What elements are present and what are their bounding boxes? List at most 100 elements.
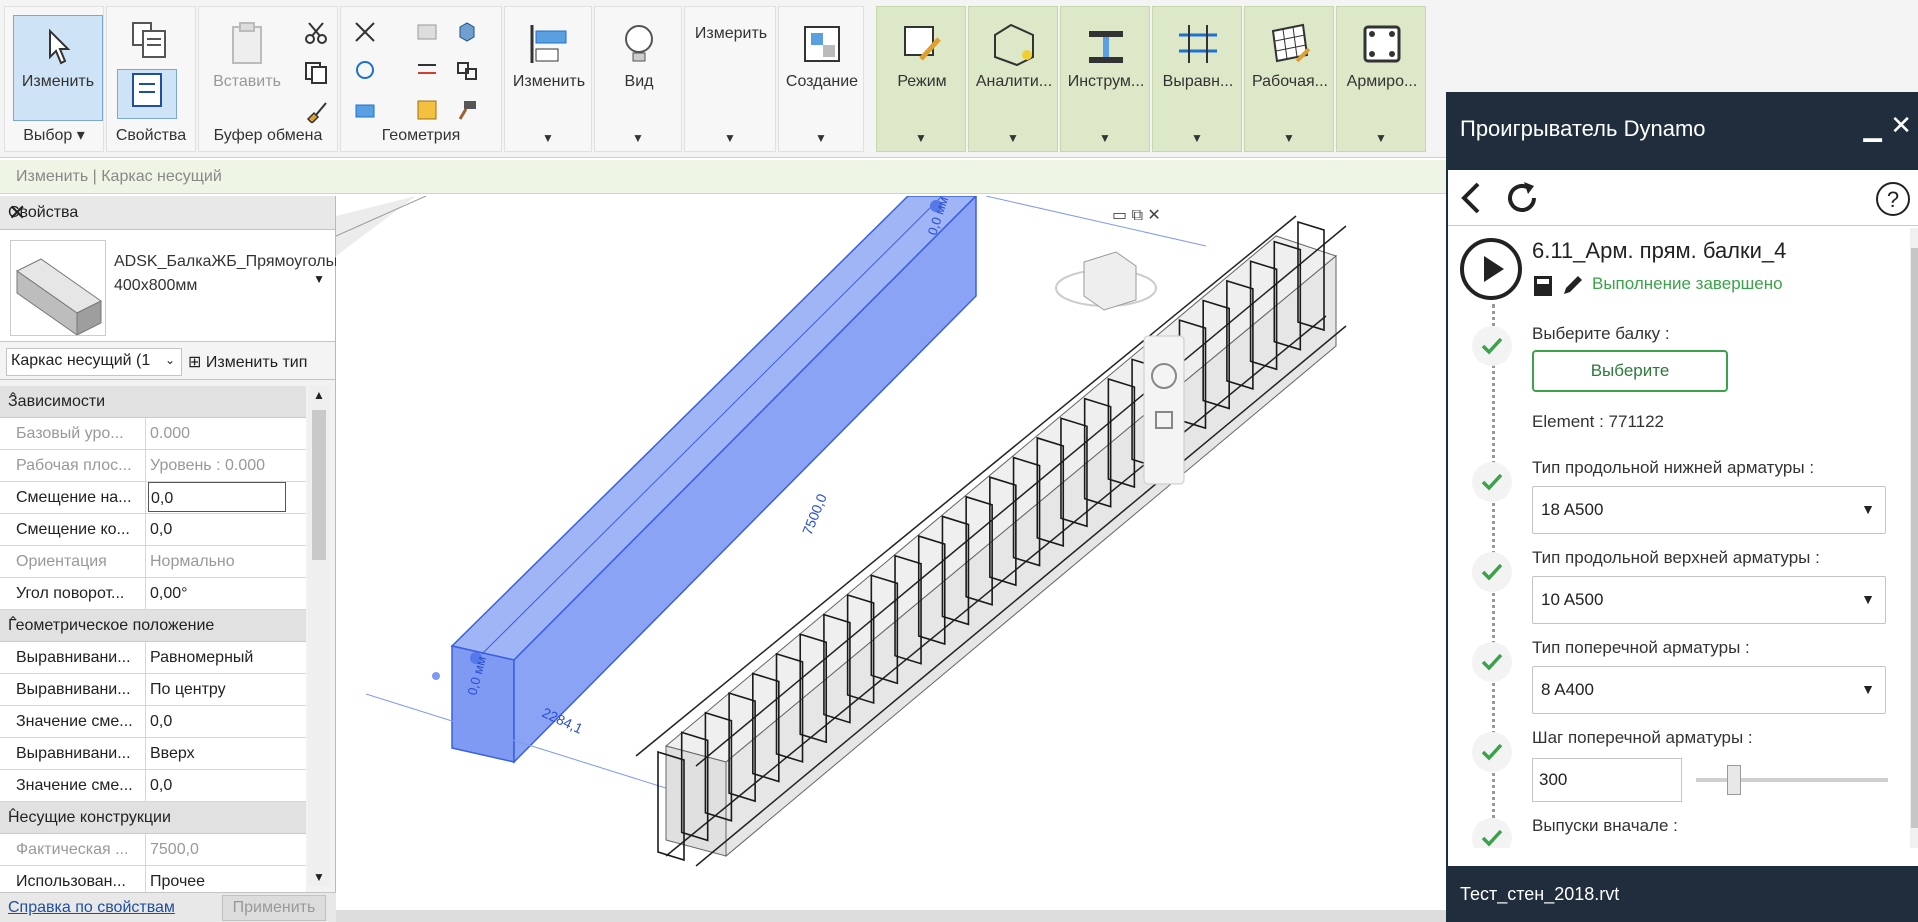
tools-button[interactable]: Инструм... — [1061, 21, 1151, 91]
minimize-icon[interactable]: ▁ — [1864, 114, 1882, 143]
dynamo-scrollbar[interactable] — [1910, 228, 1918, 848]
scroll-down-icon[interactable]: ▼ — [313, 870, 325, 884]
category-filter[interactable]: Каркас несущий (1 ⌄ — [6, 348, 182, 376]
edit-type-button[interactable]: ⊞ Изменить тип — [188, 352, 307, 372]
linework-button[interactable] — [455, 59, 479, 86]
cope-button[interactable] — [353, 21, 377, 48]
stirrup-step-slider[interactable] — [1696, 778, 1888, 782]
dynamo-player-panel: Проигрыватель Dynamo ▁ ✕ ? 6.11_Арм. пря… — [1446, 92, 1918, 922]
cut-geometry-button[interactable] — [353, 59, 377, 86]
table-row[interactable]: Значение сме... 0,0 — [0, 706, 306, 738]
table-row[interactable]: Ориентация Нормально — [0, 546, 306, 578]
table-row[interactable]: Смещение ко... 0,0 — [0, 514, 306, 546]
play-button[interactable] — [1460, 238, 1522, 300]
edit-pencil-icon[interactable] — [1560, 272, 1586, 298]
mode-dropdown[interactable]: ▼ — [877, 131, 965, 145]
top-rebar-select[interactable]: 10 A500 ▼ — [1532, 576, 1886, 624]
paste-button[interactable]: Вставить — [207, 21, 287, 91]
stirrup-step-input[interactable]: 300 — [1532, 758, 1682, 802]
selected-element-text: Element : 771122 — [1532, 412, 1664, 431]
table-row[interactable]: Угол поворот... 0,00° — [0, 578, 306, 610]
cross-rebar-select[interactable]: 8 A400 ▼ — [1532, 666, 1886, 714]
length-dimension-text[interactable]: 7500,0 — [799, 491, 830, 537]
table-row[interactable]: Выравнивани... По центру — [0, 674, 306, 706]
properties-button[interactable] — [117, 69, 177, 119]
select-beam-button[interactable]: Выберите — [1532, 350, 1728, 392]
measure-dropdown[interactable]: ▼ — [685, 131, 775, 145]
modify-tool[interactable]: Изменить — [13, 27, 103, 91]
type-properties-button[interactable] — [117, 21, 187, 71]
view-dropdown[interactable]: ▼ — [595, 131, 681, 145]
table-row[interactable]: Базовый уро... 0.000 — [0, 418, 306, 450]
demolish-button[interactable] — [455, 21, 479, 48]
ribbon-group-tools: Инструм... ▼ — [1060, 6, 1150, 152]
cut-button[interactable] — [303, 21, 329, 50]
modify-tools-dropdown[interactable]: ▼ — [505, 131, 591, 145]
measure-button[interactable]: Измерить — [685, 25, 777, 43]
table-row[interactable]: Выравнивани... Равномерный — [0, 642, 306, 674]
select-group-label[interactable]: Выбор ▾ — [5, 125, 103, 145]
calculator-icon[interactable] — [1532, 274, 1554, 298]
table-row[interactable]: Выравнивани... Вверх — [0, 738, 306, 770]
split-face-button[interactable] — [415, 59, 439, 86]
close-icon[interactable]: ✕ — [8, 200, 325, 226]
modify-tools-button[interactable]: Изменить — [505, 21, 593, 91]
refresh-icon[interactable] — [1502, 178, 1542, 218]
align-button[interactable]: Выравн... — [1153, 21, 1243, 91]
rebar-button[interactable]: Армиро... — [1337, 21, 1427, 91]
tools-dropdown[interactable]: ▼ — [1061, 131, 1149, 145]
paint-button[interactable] — [415, 99, 439, 126]
rebar-dropdown[interactable]: ▼ — [1337, 131, 1425, 145]
start-offset-input[interactable]: 0,0 — [148, 482, 286, 512]
checkmark-icon — [1481, 473, 1503, 491]
analytics-button[interactable]: Аналити... — [969, 21, 1059, 91]
table-row[interactable]: Рабочая плос... Уровень : 0.000 — [0, 450, 306, 482]
copy-icon — [305, 62, 327, 84]
chevron-down-icon: ▼ — [1861, 681, 1875, 697]
bottom-rebar-select[interactable]: 18 A500 ▼ — [1532, 486, 1886, 534]
mode-button[interactable]: Режим — [877, 21, 967, 91]
reinforced-beam[interactable] — [635, 215, 1347, 867]
align-dropdown[interactable]: ▼ — [1153, 131, 1241, 145]
section-geometric-position[interactable]: Геометрическое положение ⌃ — [0, 610, 306, 642]
3d-viewport[interactable]: 7500,0 2284,1 0,0 мм 0,0 мм ▭ ⧉ ✕ — [336, 196, 1448, 912]
section-structural[interactable]: Несущие конструкции ⌃ — [0, 802, 306, 834]
close-icon[interactable]: ✕ — [1890, 110, 1912, 141]
create-group-icon — [804, 26, 840, 62]
viewcube[interactable] — [1055, 251, 1157, 311]
scissors-icon — [305, 22, 327, 44]
scrollbar-thumb[interactable] — [1911, 248, 1918, 828]
join-button[interactable] — [353, 99, 377, 126]
paste-icon — [232, 22, 262, 64]
justification-icon — [1179, 25, 1217, 63]
create-button[interactable]: Создание — [779, 21, 865, 91]
match-properties-button[interactable] — [303, 99, 329, 128]
analytics-dropdown[interactable]: ▼ — [969, 131, 1057, 145]
scroll-up-icon[interactable]: ▲ — [313, 388, 325, 402]
wall-join-button[interactable] — [415, 21, 439, 48]
help-icon[interactable]: ? — [1874, 180, 1912, 218]
slider-thumb[interactable] — [1727, 765, 1742, 795]
hammer-button[interactable] — [455, 99, 479, 126]
chevron-down-icon[interactable]: ▼ — [313, 272, 325, 286]
apply-button[interactable]: Применить — [222, 895, 326, 921]
navigation-bar[interactable] — [1143, 335, 1185, 485]
table-row[interactable]: Значение сме... 0,0 — [0, 770, 306, 802]
view-button[interactable]: Вид — [595, 21, 683, 91]
family-selector[interactable]: ADSK_БалкаЖБ_Прямоугольная 400х800мм ▼ — [0, 230, 360, 342]
workplane-button[interactable]: Рабочая... — [1245, 21, 1335, 91]
back-icon[interactable] — [1456, 180, 1486, 216]
dimension-grip[interactable] — [432, 672, 440, 680]
copy-button[interactable] — [303, 61, 329, 90]
properties-scrollbar[interactable]: ▲ ▼ — [308, 386, 330, 886]
ribbon-group-analytics: Аналити... ▼ — [968, 6, 1058, 152]
create-dropdown[interactable]: ▼ — [779, 131, 863, 145]
properties-help-link[interactable]: Справка по свойствам — [8, 899, 175, 917]
section-constraints[interactable]: Зависимости ⌃ — [0, 386, 306, 418]
view-control-icons[interactable]: ▭ ⧉ ✕ — [1112, 207, 1161, 224]
workplane-dropdown[interactable]: ▼ — [1245, 131, 1333, 145]
paint-icon — [417, 100, 437, 120]
table-row[interactable]: Смещение на... 0,0 — [0, 482, 306, 514]
scrollbar-thumb[interactable] — [312, 410, 326, 560]
table-row[interactable]: Фактическая ... 7500,0 — [0, 834, 306, 866]
